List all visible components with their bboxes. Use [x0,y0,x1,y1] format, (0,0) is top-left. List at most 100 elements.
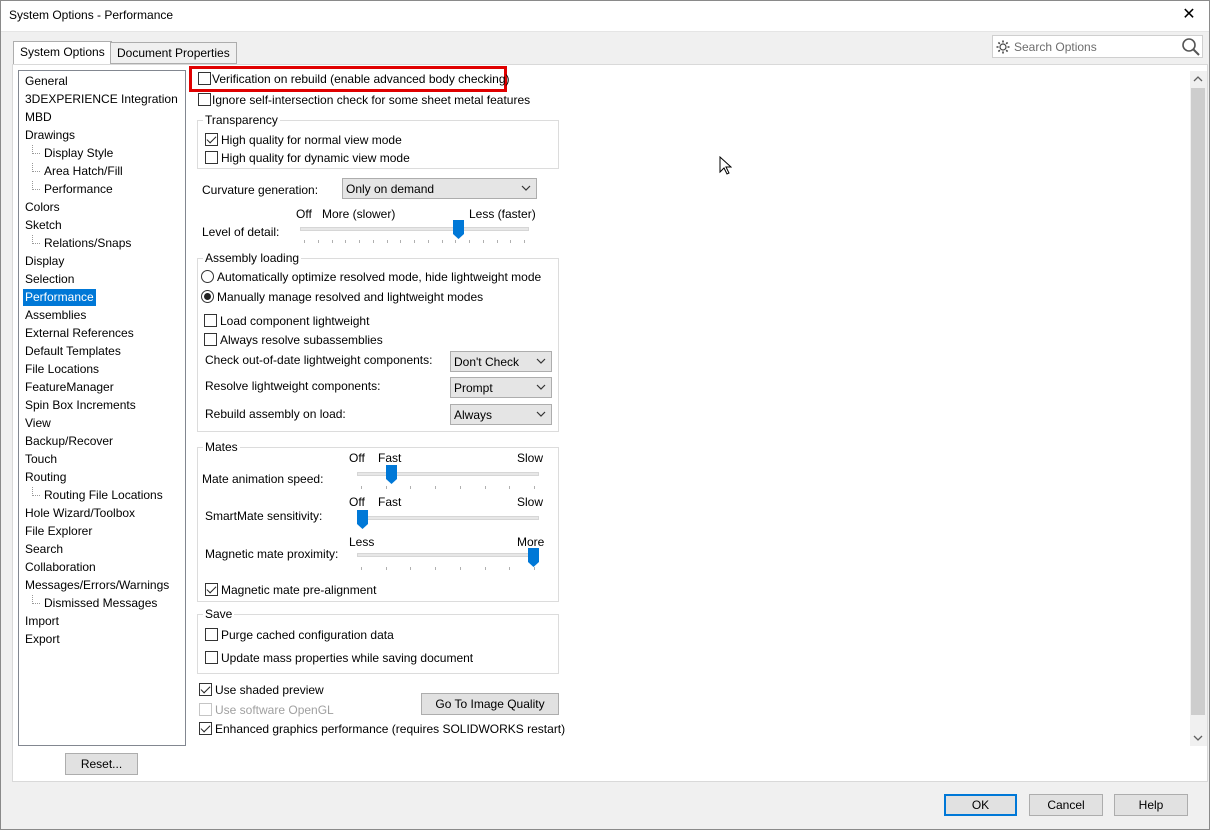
tree-item-export[interactable]: Export [23,631,62,648]
proximity-slider-thumb[interactable] [528,548,539,567]
cancel-button[interactable]: Cancel [1029,794,1103,816]
software-opengl-label: Use software OpenGL [215,703,334,717]
tree-item-drawings-performance[interactable]: Performance [42,181,115,198]
scroll-down-icon[interactable] [1193,734,1203,742]
animation-label: Mate animation speed: [202,472,324,486]
mates-group [197,447,559,602]
assembly-manual-radio[interactable] [201,290,214,303]
update-mass-checkbox[interactable] [205,651,218,664]
tree-item-drawings[interactable]: Drawings [23,127,77,144]
purge-checkbox[interactable] [205,628,218,641]
tree-item-performance[interactable]: Performance [23,289,96,306]
slider-tick [534,567,535,570]
animation-slider-track[interactable] [357,472,539,476]
search-icon[interactable] [1181,37,1201,57]
reset-button[interactable]: Reset... [65,753,138,775]
tree-item-sketch[interactable]: Sketch [23,217,64,234]
search-input[interactable]: Search Options [1014,40,1097,54]
tree-item-spin-box[interactable]: Spin Box Increments [23,397,138,414]
tab-document-properties[interactable]: Document Properties [110,42,237,64]
tree-item-messages[interactable]: Messages/Errors/Warnings [23,577,171,594]
lod-slider-thumb[interactable] [453,220,464,239]
prealign-checkbox[interactable] [205,583,218,596]
lod-less-label: Less (faster) [469,207,536,221]
title-bar: System Options - Performance ✕ [0,0,1210,32]
assembly-auto-radio[interactable] [201,270,214,283]
tree-item-relations-snaps[interactable]: Relations/Snaps [42,235,133,252]
tree-item-featuremanager[interactable]: FeatureManager [23,379,116,396]
transparency-normal-checkbox[interactable] [205,133,218,146]
software-opengl-checkbox[interactable] [199,703,212,716]
verification-checkbox[interactable] [198,72,211,85]
tree-item-colors[interactable]: Colors [23,199,62,216]
transparency-dynamic-label: High quality for dynamic view mode [221,151,410,165]
curvature-select[interactable]: Only on demand [342,178,537,199]
tree-item-view[interactable]: View [23,415,53,432]
slider-tick [304,240,305,243]
tree-item-touch[interactable]: Touch [23,451,59,468]
options-tree[interactable]: General 3DEXPERIENCE Integration MBD Dra… [18,70,186,746]
smartmate-slider-track[interactable] [357,516,539,520]
tree-item-area-hatch[interactable]: Area Hatch/Fill [42,163,125,180]
slider-tick [414,240,415,243]
animation-fast-label: Fast [378,451,402,465]
proximity-slider-track[interactable] [357,553,539,557]
slider-tick [410,567,412,570]
go-to-image-quality-button[interactable]: Go To Image Quality [421,693,559,715]
tree-item-routing[interactable]: Routing [23,469,68,486]
search-box[interactable]: Search Options [992,35,1203,58]
ok-button[interactable]: OK [944,794,1017,816]
tree-item-dismissed-messages[interactable]: Dismissed Messages [42,595,159,612]
proximity-less-label: Less [349,535,375,549]
slider-tick [427,240,429,243]
content-frame [12,64,1208,782]
lod-more-label: More (slower) [322,207,396,221]
tree-item-general[interactable]: General [23,73,70,90]
tree-item-display-style[interactable]: Display Style [42,145,115,162]
tree-item-search[interactable]: Search [23,541,65,558]
animation-slow-label: Slow [517,451,544,465]
shaded-preview-checkbox[interactable] [199,683,212,696]
tree-item-default-templates[interactable]: Default Templates [23,343,123,360]
tree-item-file-locations[interactable]: File Locations [23,361,101,378]
tab-system-options[interactable]: System Options [13,41,112,65]
tree-item-collaboration[interactable]: Collaboration [23,559,98,576]
resolve-lightweight-select[interactable]: Prompt [450,377,552,398]
curvature-value: Only on demand [346,182,435,196]
close-icon[interactable]: ✕ [1178,4,1200,26]
assembly-manual-label: Manually manage resolved and lightweight… [217,290,484,304]
transparency-dynamic-checkbox[interactable] [205,151,218,164]
assembly-auto-label: Automatically optimize resolved mode, hi… [217,270,542,284]
slider-tick [400,240,402,243]
tree-item-display[interactable]: Display [23,253,66,270]
rebuild-on-load-select[interactable]: Always [450,404,552,425]
slider-tick [361,567,362,570]
tree-item-3dexperience[interactable]: 3DEXPERIENCE Integration [23,91,180,108]
window-title: System Options - Performance [9,8,174,22]
always-resolve-checkbox[interactable] [204,333,217,346]
tree-item-mbd[interactable]: MBD [23,109,54,126]
tree-item-external-references[interactable]: External References [23,325,136,342]
ignore-self-intersection-checkbox[interactable] [198,93,211,106]
resolve-lightweight-label: Resolve lightweight components: [205,379,381,393]
slider-tick [524,240,525,243]
tree-item-selection[interactable]: Selection [23,271,76,288]
tree-item-file-explorer[interactable]: File Explorer [23,523,94,540]
tree-item-assemblies[interactable]: Assemblies [23,307,88,324]
load-lightweight-checkbox[interactable] [204,314,217,327]
animation-slider-thumb[interactable] [386,465,397,484]
check-outdated-select[interactable]: Don't Check [450,351,552,372]
scroll-up-icon[interactable] [1193,75,1203,83]
slider-tick [317,240,319,243]
lod-slider-track[interactable] [300,227,529,231]
slider-tick [484,567,486,570]
tree-item-routing-file-locations[interactable]: Routing File Locations [42,487,165,504]
help-button[interactable]: Help [1114,794,1188,816]
tree-item-import[interactable]: Import [23,613,61,630]
scrollbar-thumb[interactable] [1191,88,1205,715]
chevron-down-icon [536,358,546,364]
tree-item-hole-wizard[interactable]: Hole Wizard/Toolbox [23,505,137,522]
smartmate-slider-thumb[interactable] [357,510,368,529]
enhanced-graphics-checkbox[interactable] [199,722,212,735]
tree-item-backup-recover[interactable]: Backup/Recover [23,433,115,450]
